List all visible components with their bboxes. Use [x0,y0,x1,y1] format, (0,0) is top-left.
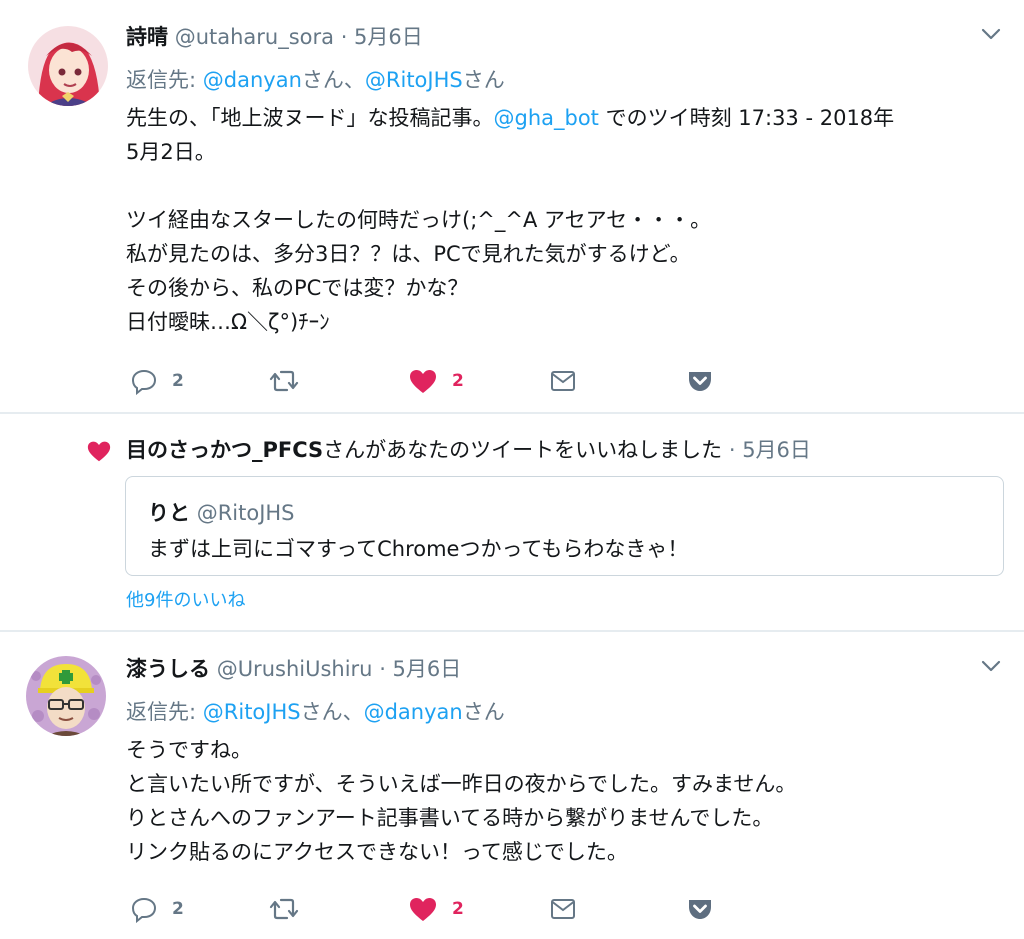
avatar[interactable] [28,26,108,106]
chevron-down-icon[interactable] [978,24,1004,44]
like-count: 2 [452,899,464,919]
reply-to-sep: さん、 [301,68,365,92]
dm-icon [549,895,577,923]
retweet-button[interactable] [268,892,300,926]
text-line: 先生の、「地上波ヌード」な投稿記事。@gha_bot でのツイ時刻 17:33 … [126,106,895,130]
text-line: その後から、私のPCでは変？かな？ [126,276,469,300]
retweet-icon [268,367,300,395]
retweet-button[interactable] [268,364,300,398]
reply-count: 2 [172,371,184,391]
mention-link[interactable]: @RitoJHS [203,700,301,724]
like-count: 2 [452,371,464,391]
like-button[interactable]: 2 [408,364,464,398]
mention-link[interactable]: @RitoJHS [365,68,463,92]
reply-count: 2 [172,899,184,919]
quote-text: まずは上司にゴマすってChromeつかってもらわなきゃ！ [148,537,689,561]
tweet-actions: 2 2 [126,892,726,926]
notification-user[interactable]: 目のさっかつ_PFCS [126,438,323,462]
pocket-button[interactable] [686,892,714,926]
username[interactable]: @UrushiUshiru [217,657,373,681]
tweet-text: そうですね。 と言いたい所ですが、そういえば一昨日の夜からでした。すみません。 … [126,733,796,869]
reply-to: 返信先: @RitoJHSさん、@danyanさん [126,696,505,726]
pocket-icon [686,367,714,395]
text-line: 私が見たのは、多分3日？？は、PCで見れた気がするけど。 [126,242,691,266]
more-likes-link[interactable]: 他9件のいいね [126,586,245,612]
divider [0,412,1024,414]
reply-to-suffix: さん [462,700,505,724]
text-line: 5月2日。 [126,140,216,164]
timestamp[interactable]: · 5月6日 [379,657,461,681]
chevron-down-icon[interactable] [978,656,1004,676]
dm-button[interactable] [549,364,577,398]
reply-icon [130,895,158,923]
tweet-header: 詩晴 @utaharu_sora · 5月6日 [126,21,423,51]
dm-button[interactable] [549,892,577,926]
reply-button[interactable]: 2 [130,892,184,926]
heart-icon [408,367,438,395]
dm-icon [549,367,577,395]
reply-to-suffix: さん [462,68,505,92]
mention-link[interactable]: @gha_bot [494,106,599,130]
tweet-2[interactable]: 漆うしる @UrushiUshiru · 5月6日 返信先: @RitoJHSさ… [0,632,1024,939]
text-line: そうですね。 [126,738,252,762]
mention-link[interactable]: @danyan [203,68,302,92]
username[interactable]: @utaharu_sora [175,25,334,49]
timestamp[interactable]: · 5月6日 [341,25,423,49]
username: @RitoJHS [196,501,295,525]
display-name[interactable]: 詩晴 [126,25,168,49]
reply-to-label: 返信先: [126,68,197,92]
text-line: 日付曖昧…Ω＼ζ°)ﾁｰﾝ [126,310,330,334]
avatar[interactable] [26,656,106,736]
timestamp[interactable]: · 5月6日 [722,438,811,462]
reply-to-label: 返信先: [126,700,197,724]
tweet-actions: 2 2 [126,364,726,398]
display-name[interactable]: 漆うしる [126,657,210,681]
notification-action: さんがあなたのツイートをいいねしました [323,438,723,462]
text-line: リンク貼るのにアクセスできない！って感じでした。 [126,840,628,864]
quoted-tweet[interactable]: りと @RitoJHS まずは上司にゴマすってChromeつかってもらわなきゃ！ [125,476,1004,576]
like-button[interactable]: 2 [408,892,464,926]
pocket-icon [686,895,714,923]
display-name: りと [148,501,190,525]
like-notification: 目のさっかつ_PFCSさんがあなたのツイートをいいねしました · 5月6日 [126,434,811,464]
text-line: りとさんへのファンアート記事書いてる時から繋がりませんでした。 [126,806,774,830]
mention-link[interactable]: @danyan [364,700,463,724]
tweet-1[interactable]: 詩晴 @utaharu_sora · 5月6日 返信先: @danyanさん、@… [0,0,1024,412]
retweet-icon [268,895,300,923]
heart-icon [86,439,112,467]
reply-icon [130,367,158,395]
tweet-header: 漆うしる @UrushiUshiru · 5月6日 [126,653,461,683]
quote-header: りと @RitoJHS [148,497,295,527]
text-line [126,169,894,203]
heart-icon [408,895,438,923]
reply-to: 返信先: @danyanさん、@RitoJHSさん [126,64,505,94]
reply-to-sep: さん、 [300,700,364,724]
tweet-text: 先生の、「地上波ヌード」な投稿記事。@gha_bot でのツイ時刻 17:33 … [126,101,894,339]
reply-button[interactable]: 2 [130,364,184,398]
text-line: と言いたい所ですが、そういえば一昨日の夜からでした。すみません。 [126,772,797,796]
pocket-button[interactable] [686,364,714,398]
text-line: ツイ経由なスターしたの何時だっけ(;^_^A アセアセ・・・。 [126,208,712,232]
